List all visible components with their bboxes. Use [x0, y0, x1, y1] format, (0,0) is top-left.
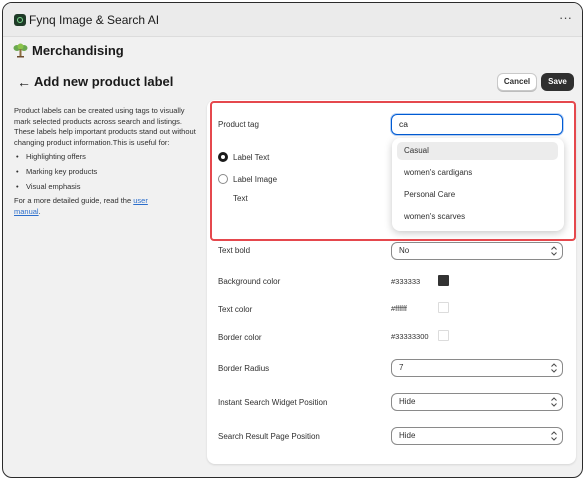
background-color-swatch[interactable] — [438, 275, 449, 286]
text-color-swatch[interactable] — [438, 302, 449, 313]
title-bar: Fynq Image & Search AI ··· — [3, 3, 582, 37]
app-logo-icon — [14, 14, 26, 26]
text-bold-label: Text bold — [218, 246, 251, 255]
user-manual-link-cont[interactable]: manual — [14, 207, 39, 216]
select-chevron-icon — [551, 397, 557, 407]
widget-position-label: Instant Search Widget Position — [218, 398, 328, 407]
text-bold-value: No — [399, 246, 410, 255]
cancel-button[interactable]: Cancel — [497, 73, 537, 91]
list-item: Highlighting offers — [14, 149, 196, 164]
background-color-label: Background color — [218, 277, 281, 286]
list-item: Visual emphasis — [14, 179, 196, 194]
benefits-list: Highlighting offers Marking key products… — [14, 149, 196, 194]
background-color-value[interactable]: #333333 — [391, 277, 420, 286]
stepper-chevron-icon — [551, 363, 557, 373]
page-title: Add new product label — [34, 74, 174, 89]
text-color-label: Text color — [218, 305, 253, 314]
guide-text: For a more detailed guide, read the user… — [14, 196, 196, 217]
highlight-box — [210, 101, 576, 241]
border-radius-label: Border Radius — [218, 364, 270, 373]
save-button[interactable]: Save — [541, 73, 574, 91]
tree-icon — [13, 43, 28, 58]
guide-suffix: . — [38, 206, 41, 216]
app-title: Fynq Image & Search AI — [29, 13, 160, 27]
guide-prefix: For a more detailed guide, read the — [14, 196, 134, 205]
widget-position-select[interactable]: Hide — [391, 393, 563, 411]
border-color-value[interactable]: #33333300 — [391, 332, 429, 341]
border-color-label: Border color — [218, 333, 262, 342]
widget-position-value: Hide — [399, 397, 416, 406]
result-page-position-label: Search Result Page Position — [218, 432, 320, 441]
description-intro: Product labels can be created using tags… — [14, 106, 196, 147]
list-item: Marking key products — [14, 164, 196, 179]
border-radius-value: 7 — [399, 363, 404, 372]
select-chevron-icon — [551, 246, 557, 256]
border-radius-input[interactable]: 7 — [391, 359, 563, 377]
description-panel: Product labels can be created using tags… — [14, 106, 196, 217]
section-title: Merchandising — [32, 43, 124, 58]
arrow-left-icon[interactable]: ← — [17, 74, 31, 90]
result-page-position-select[interactable]: Hide — [391, 427, 563, 445]
more-horizontal-icon[interactable]: ··· — [559, 10, 572, 25]
text-bold-select[interactable]: No — [391, 242, 563, 260]
border-color-swatch[interactable] — [438, 330, 449, 341]
select-chevron-icon — [551, 431, 557, 441]
result-page-position-value: Hide — [399, 431, 416, 440]
section-header: Merchandising — [13, 43, 124, 58]
text-color-value[interactable]: #ffffff — [391, 304, 407, 313]
user-manual-link[interactable]: user — [133, 196, 148, 205]
